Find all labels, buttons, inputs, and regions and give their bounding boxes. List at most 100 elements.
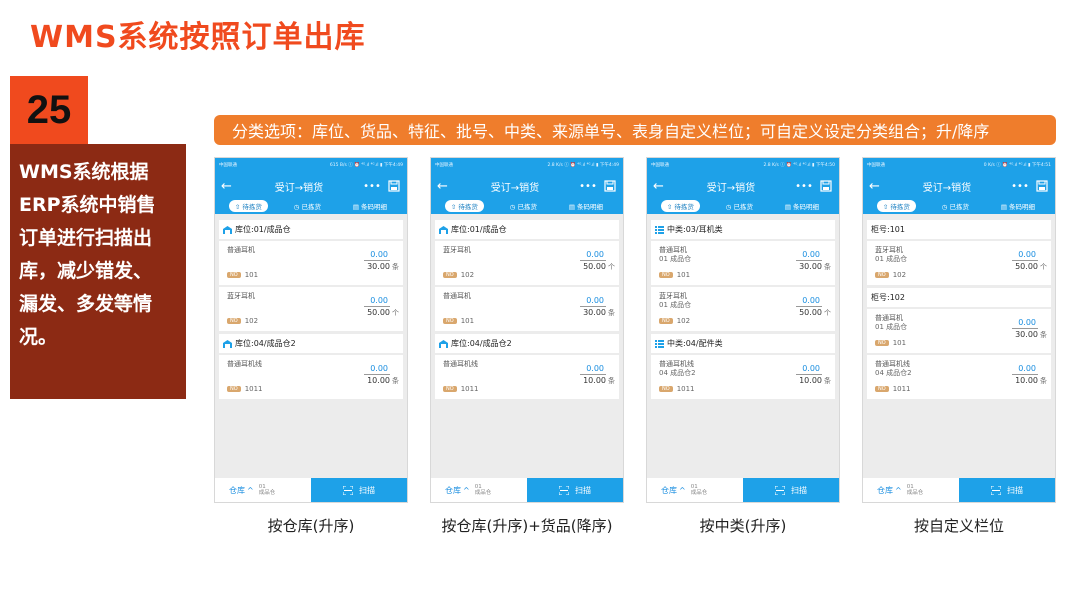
qty-scanned[interactable]: 0.00 [364,250,390,261]
save-icon[interactable] [387,179,401,193]
tab-0[interactable]: ⇧ 待拣货 [660,200,700,212]
qty-scanned[interactable]: 0.00 [1012,250,1038,261]
back-arrow-icon[interactable]: ← [869,179,883,194]
save-icon[interactable] [819,179,833,193]
item-unit: 条 [824,377,831,385]
back-arrow-icon[interactable]: ← [221,179,235,194]
warehouse-value: 01 成品仓 [259,484,276,496]
caret-up-icon: ^ [679,485,686,495]
list-item[interactable]: 普通耳机 NO 101 0.00 30.00 条 [219,241,403,285]
warehouse-selector[interactable]: 仓库 ^ 01 成品仓 [215,478,311,502]
code-tag-icon: NO [443,386,457,392]
warehouse-value: 01 成品仓 [475,484,492,496]
code-tag-icon: NO [875,340,889,346]
tab-1[interactable]: ◷ 已拣货 [720,200,759,212]
warehouse-selector[interactable]: 仓库 ^ 01 成品仓 [863,478,959,502]
qty-scanned[interactable]: 0.00 [796,296,822,307]
group-title: 中类:04/配件类 [667,339,723,348]
qty-scanned[interactable]: 0.00 [796,364,822,375]
carrier-text: 中国联通 [435,163,453,168]
list-item[interactable]: 普通耳机线 NO 1011 0.00 10.00 条 [435,355,619,399]
save-icon[interactable] [1035,179,1049,193]
scan-button[interactable]: 扫描 [743,478,839,502]
status-indicators: 2.8 K/s ⓘ ⏰ ⁴ᴳ.ıl ⁴ᴳ.ıl ▮ 下午4:49 [547,163,619,168]
more-icon[interactable]: ••• [795,181,813,192]
tab-1[interactable]: ◷ 已拣货 [288,200,327,212]
item-code: 101 [892,339,907,347]
list-item[interactable]: 普通耳机 01 成品仓 NO 101 0.00 30.00 条 [867,309,1051,353]
qty-total: 30.00 [799,262,822,271]
code-tag-icon: NO [227,318,241,324]
more-icon[interactable]: ••• [1011,181,1029,192]
status-bar: 中国联通 2.8 K/s ⓘ ⏰ ⁴ᴳ.ıl ⁴ᴳ.ıl ▮ 下午4:49 [431,158,623,172]
tab-0[interactable]: ⇧ 待拣货 [228,200,268,212]
list-item[interactable]: 普通耳机线 NO 1011 0.00 10.00 条 [219,355,403,399]
qty-scanned[interactable]: 0.00 [1012,318,1038,329]
slide-number-badge: 25 [10,76,88,144]
group-header[interactable]: 库位:04/成品仓2 [435,334,619,353]
tab-2[interactable]: ▤ 条码明细 [563,200,609,212]
qty-block: 0.00 10.00 [796,364,822,385]
group-header[interactable]: 中类:04/配件类 [651,334,835,353]
carrier-text: 中国联通 [651,163,669,168]
qty-scanned[interactable]: 0.00 [796,250,822,261]
list-item[interactable]: 普通耳机线 04 成品仓2 NO 1011 0.00 10.00 条 [867,355,1051,399]
qty-scanned[interactable]: 0.00 [580,364,606,375]
item-unit: 条 [392,263,399,271]
item-list: 库位:01/成品仓蓝牙耳机 NO 102 0.00 50.00 个普通耳机 NO 101 0.0… [431,214,623,399]
qty-scanned[interactable]: 0.00 [580,296,606,307]
warehouse-icon [439,225,448,234]
scan-label: 扫描 [791,485,807,495]
item-unit: 条 [824,263,831,271]
item-code: 1011 [244,385,263,393]
warehouse-selector[interactable]: 仓库 ^ 01 成品仓 [431,478,527,502]
save-icon[interactable] [603,179,617,193]
carrier-text: 中国联通 [219,163,237,168]
group-header[interactable]: 库位:01/成品仓 [435,220,619,239]
side-line: 订单进行扫描出 [19,227,153,249]
item-list: 中类:03/耳机类普通耳机 01 成品仓 NO 101 0.00 30.00 条蓝牙耳机 01… [647,214,839,399]
list-item[interactable]: 普通耳机线 04 成品仓2 NO 1011 0.00 10.00 条 [651,355,835,399]
warehouse-label: 仓库 [661,485,677,495]
scan-label: 扫描 [359,485,375,495]
side-line: ERP系统中销售 [19,194,156,216]
item-code-row: NO 101 [875,339,906,347]
more-icon[interactable]: ••• [363,181,381,192]
list-item[interactable]: 蓝牙耳机 NO 102 0.00 50.00 个 [219,287,403,331]
tab-2[interactable]: ▤ 条码明细 [347,200,393,212]
qty-total: 10.00 [799,376,822,385]
qty-block: 0.00 30.00 [580,296,606,317]
tab-1[interactable]: ◷ 已拣货 [936,200,975,212]
scan-button[interactable]: 扫描 [311,478,407,502]
tab-2[interactable]: ▤ 条码明细 [779,200,825,212]
more-icon[interactable]: ••• [579,181,597,192]
warehouse-selector[interactable]: 仓库 ^ 01 成品仓 [647,478,743,502]
list-item[interactable]: 蓝牙耳机 NO 102 0.00 50.00 个 [435,241,619,285]
group-header[interactable]: 库位:01/成品仓 [219,220,403,239]
list-item[interactable]: 蓝牙耳机 01 成品仓 NO 102 0.00 50.00 个 [867,241,1051,285]
side-line: WMS系统根据 [19,161,149,183]
group-header[interactable]: 中类:03/耳机类 [651,220,835,239]
tab-2[interactable]: ▤ 条码明细 [995,200,1041,212]
qty-scanned[interactable]: 0.00 [364,364,390,375]
scan-button[interactable]: 扫描 [959,478,1055,502]
warehouse-label: 仓库 [229,485,245,495]
back-arrow-icon[interactable]: ← [437,179,451,194]
tab-label: 待拣货 [458,203,478,211]
list-item[interactable]: 蓝牙耳机 01 成品仓 NO 102 0.00 50.00 个 [651,287,835,331]
group-header[interactable]: 库位:04/成品仓2 [219,334,403,353]
qty-scanned[interactable]: 0.00 [1012,364,1038,375]
group-header[interactable]: 柜号:101 [867,220,1051,239]
group-header[interactable]: 柜号:102 [867,288,1051,307]
qty-scanned[interactable]: 0.00 [364,296,390,307]
tab-1[interactable]: ◷ 已拣货 [504,200,543,212]
scan-button[interactable]: 扫描 [527,478,623,502]
qty-scanned[interactable]: 0.00 [580,250,606,261]
tab-label: 条码明细 [793,203,820,211]
tab-0[interactable]: ⇧ 待拣货 [876,200,916,212]
list-item[interactable]: 普通耳机 01 成品仓 NO 101 0.00 30.00 条 [651,241,835,285]
tab-0[interactable]: ⇧ 待拣货 [444,200,484,212]
code-tag-icon: NO [227,386,241,392]
back-arrow-icon[interactable]: ← [653,179,667,194]
list-item[interactable]: 普通耳机 NO 101 0.00 30.00 条 [435,287,619,331]
